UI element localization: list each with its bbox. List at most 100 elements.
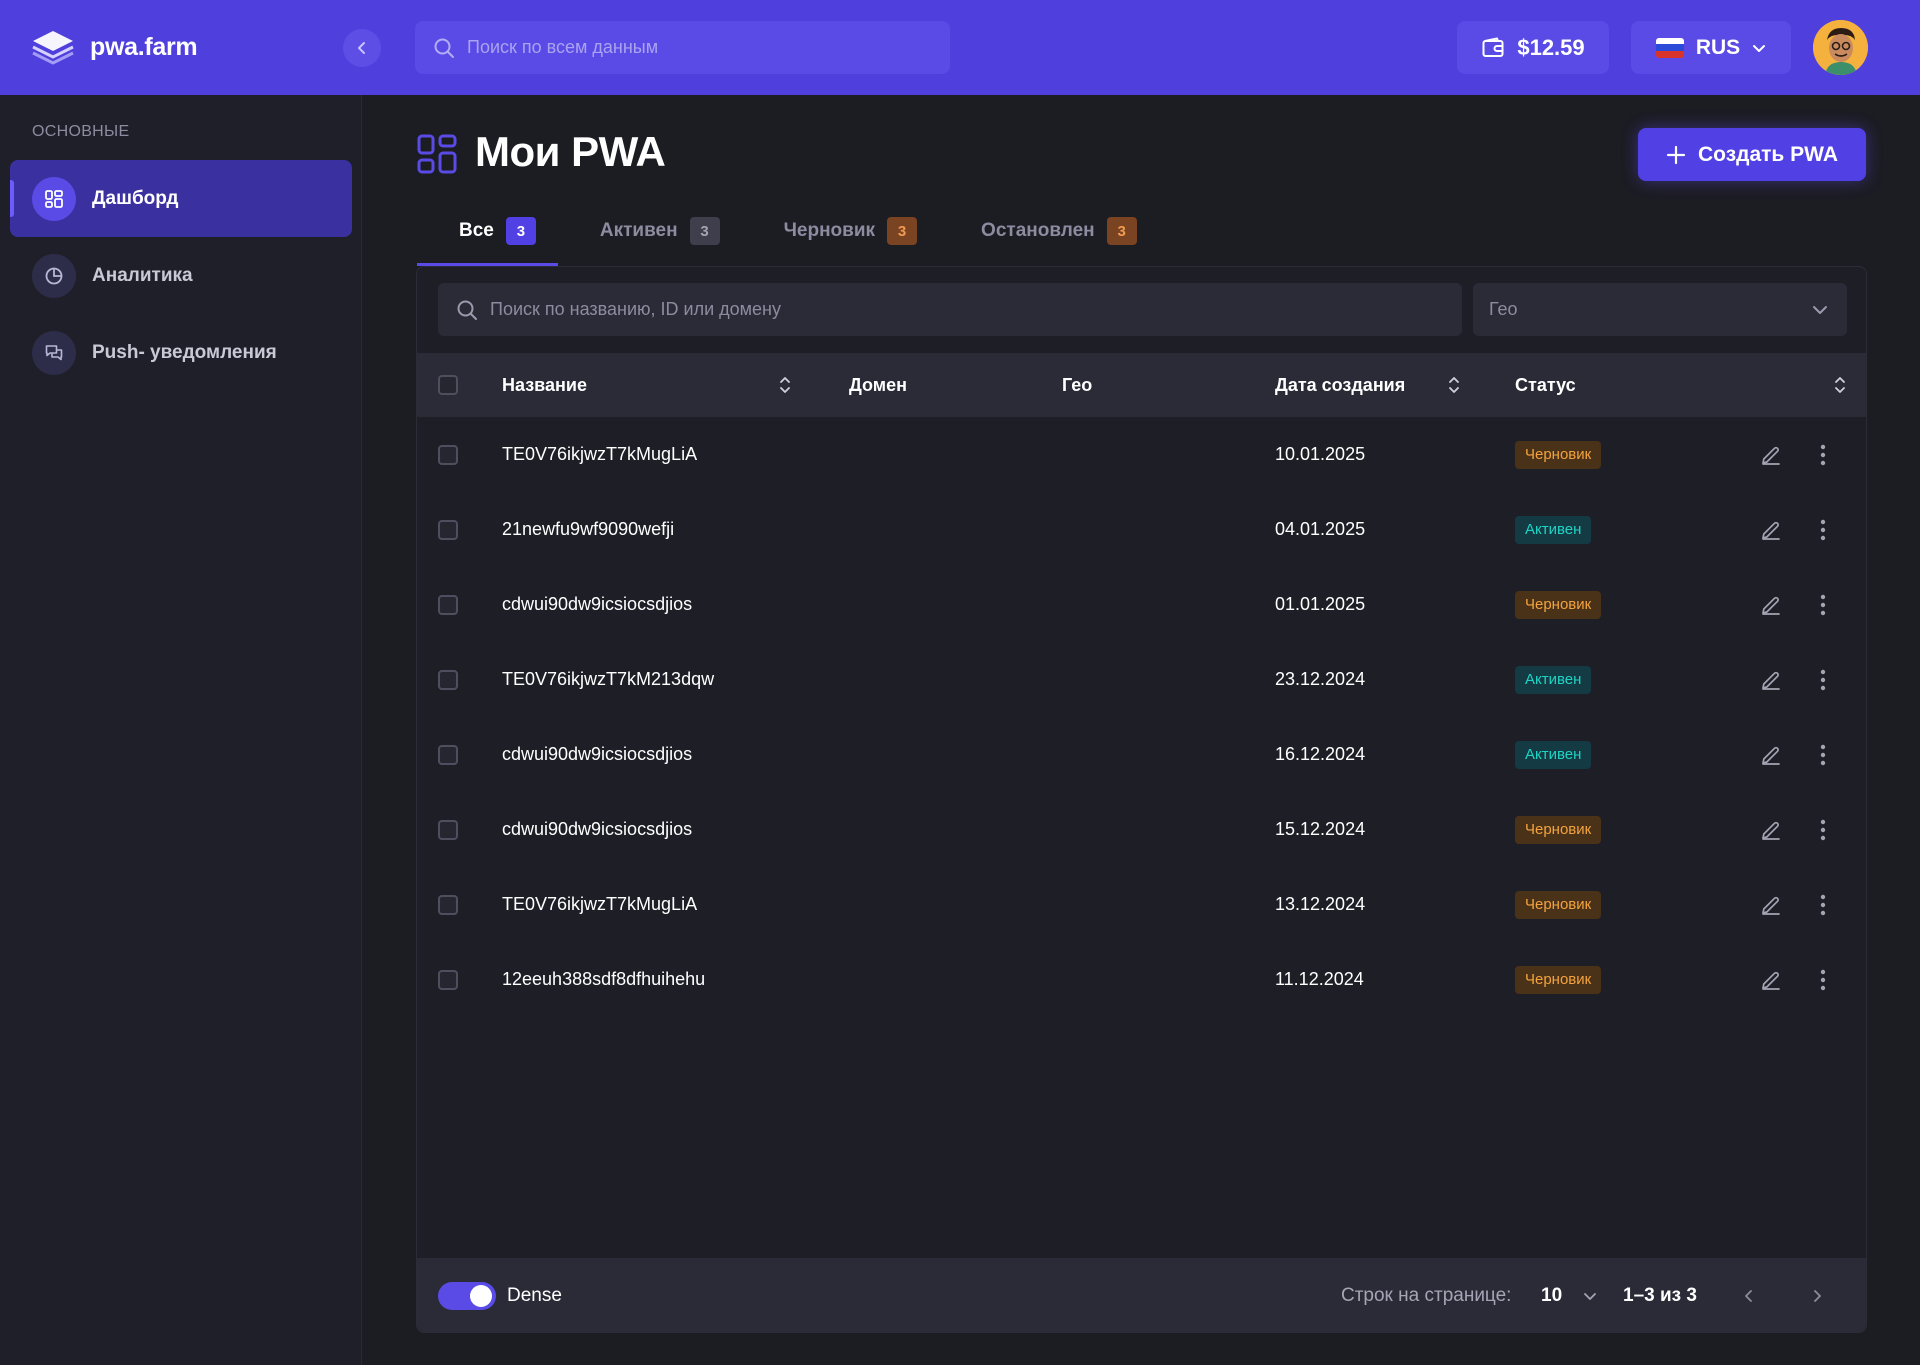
sidebar-item-label: Push- уведомления [92, 341, 277, 363]
column-geo[interactable]: Гео [1062, 353, 1092, 417]
table-row[interactable]: 12eeuh388sdf8dfhuihehu 11.12.2024 Чернов… [417, 942, 1866, 1017]
edit-button[interactable] [1759, 792, 1783, 867]
collapse-sidebar-button[interactable] [343, 29, 381, 67]
column-name[interactable]: Название [502, 353, 792, 417]
row-name[interactable]: 12eeuh388sdf8dfhuihehu [502, 942, 705, 1017]
table-row[interactable]: 21newfu9wf9090wefji 04.01.2025 Активен [417, 492, 1866, 567]
table-row[interactable]: cdwui90dw9icsiocsdjios 01.01.2025 Чернов… [417, 567, 1866, 642]
row-checkbox[interactable] [438, 669, 458, 690]
table-row[interactable]: TE0V76ikjwzT7kM213dqw 23.12.2024 Активен [417, 642, 1866, 717]
status-badge: Активен [1515, 740, 1592, 769]
row-menu-button[interactable] [1820, 417, 1826, 492]
column-label: Дата создания [1275, 374, 1406, 395]
row-name[interactable]: TE0V76ikjwzT7kMugLiA [502, 417, 697, 492]
row-menu-button[interactable] [1820, 717, 1826, 792]
balance-button[interactable]: $12.59 [1457, 21, 1609, 74]
table-row[interactable]: TE0V76ikjwzT7kMugLiA 10.01.2025 Черновик [417, 417, 1866, 492]
row-menu-button[interactable] [1820, 567, 1826, 642]
table-row[interactable]: cdwui90dw9icsiocsdjios 16.12.2024 Активе… [417, 717, 1866, 792]
language-select[interactable]: RUS [1631, 21, 1791, 74]
row-name[interactable]: cdwui90dw9icsiocsdjios [502, 717, 692, 792]
next-page-button[interactable] [1809, 1258, 1825, 1332]
column-created[interactable]: Дата создания [1275, 353, 1461, 417]
geo-select[interactable]: Гео [1473, 283, 1847, 336]
edit-button[interactable] [1759, 867, 1783, 942]
chevron-down-icon [1584, 1293, 1597, 1300]
more-vertical-icon [1820, 519, 1826, 540]
table-footer: Dense Строк на странице: 10 1–3 из 3 [417, 1258, 1866, 1332]
chevron-down-icon [1813, 305, 1827, 314]
more-vertical-icon [1820, 894, 1826, 915]
edit-button[interactable] [1759, 417, 1783, 492]
edit-button[interactable] [1759, 642, 1783, 717]
dense-label: Dense [507, 1285, 562, 1306]
tab-draft[interactable]: Черновик 3 [742, 212, 939, 266]
row-checkbox-cell [438, 867, 458, 942]
dense-toggle[interactable] [438, 1282, 496, 1310]
row-checkbox-cell [438, 417, 458, 492]
edit-button[interactable] [1759, 567, 1783, 642]
row-checkbox[interactable] [438, 819, 458, 840]
row-checkbox-cell [438, 942, 458, 1017]
global-search[interactable] [415, 21, 950, 74]
pagination-range: 1–3 из 3 [1623, 1285, 1697, 1306]
row-checkbox[interactable] [438, 969, 458, 990]
table-row[interactable]: cdwui90dw9icsiocsdjios 15.12.2024 Чернов… [417, 792, 1866, 867]
rows-per-page-select[interactable]: 10 [1541, 1258, 1598, 1332]
row-name[interactable]: 21newfu9wf9090wefji [502, 492, 674, 567]
global-search-input[interactable] [467, 37, 927, 58]
create-pwa-button[interactable]: Создать PWA [1638, 128, 1866, 181]
top-header: pwa.farm $12.59 RUS [0, 0, 1920, 95]
page-title: Мои PWA [475, 128, 666, 175]
edit-button[interactable] [1759, 492, 1783, 567]
prev-page-button[interactable] [1741, 1258, 1757, 1332]
row-checkbox[interactable] [438, 519, 458, 540]
row-checkbox-cell [438, 642, 458, 717]
select-all-checkbox[interactable] [438, 375, 458, 395]
table-search[interactable] [438, 283, 1462, 336]
row-status-cell: Черновик [1515, 942, 1602, 1017]
row-checkbox[interactable] [438, 594, 458, 615]
tab-stopped[interactable]: Остановлен 3 [939, 212, 1159, 266]
pencil-icon [1762, 671, 1780, 690]
user-avatar[interactable] [1813, 20, 1868, 75]
row-menu-button[interactable] [1820, 792, 1826, 867]
row-name[interactable]: cdwui90dw9icsiocsdjios [502, 792, 692, 867]
row-checkbox-cell [438, 792, 458, 867]
sidebar-item-dashboard[interactable]: Дашборд [10, 160, 352, 237]
rows-per-page-label: Строк на странице: [1341, 1285, 1512, 1306]
row-name[interactable]: cdwui90dw9icsiocsdjios [502, 567, 692, 642]
pencil-icon [1762, 821, 1780, 840]
pencil-icon [1762, 596, 1780, 615]
column-status[interactable]: Статус [1515, 353, 1847, 417]
row-status-cell: Черновик [1515, 792, 1602, 867]
column-domain[interactable]: Домен [849, 353, 907, 417]
row-checkbox[interactable] [438, 894, 458, 915]
language-label: RUS [1695, 35, 1741, 59]
pencil-icon [1762, 971, 1780, 990]
row-menu-button[interactable] [1820, 642, 1826, 717]
edit-button[interactable] [1759, 717, 1783, 792]
tab-active[interactable]: Активен 3 [558, 212, 742, 266]
sidebar-item-push[interactable]: Push- уведомления [10, 314, 352, 391]
row-menu-button[interactable] [1820, 867, 1826, 942]
row-checkbox-cell [438, 567, 458, 642]
column-label: Название [502, 374, 587, 395]
row-checkbox-cell [438, 717, 458, 792]
sidebar-item-analytics[interactable]: Аналитика [10, 237, 352, 314]
more-vertical-icon [1820, 669, 1826, 690]
edit-button[interactable] [1759, 942, 1783, 1017]
table-search-input[interactable] [490, 299, 1450, 320]
row-checkbox[interactable] [438, 744, 458, 765]
row-menu-button[interactable] [1820, 492, 1826, 567]
row-checkbox[interactable] [438, 444, 458, 465]
logo[interactable]: pwa.farm [30, 27, 198, 67]
row-menu-button[interactable] [1820, 942, 1826, 1017]
sort-icon [1835, 377, 1845, 393]
tab-all[interactable]: Все 3 [417, 212, 558, 266]
row-name[interactable]: TE0V76ikjwzT7kM213dqw [502, 642, 714, 717]
row-name[interactable]: TE0V76ikjwzT7kMugLiA [502, 867, 697, 942]
sort-icon [780, 377, 790, 393]
table-row[interactable]: TE0V76ikjwzT7kMugLiA 13.12.2024 Черновик [417, 867, 1866, 942]
tab-count-badge: 3 [689, 217, 720, 245]
